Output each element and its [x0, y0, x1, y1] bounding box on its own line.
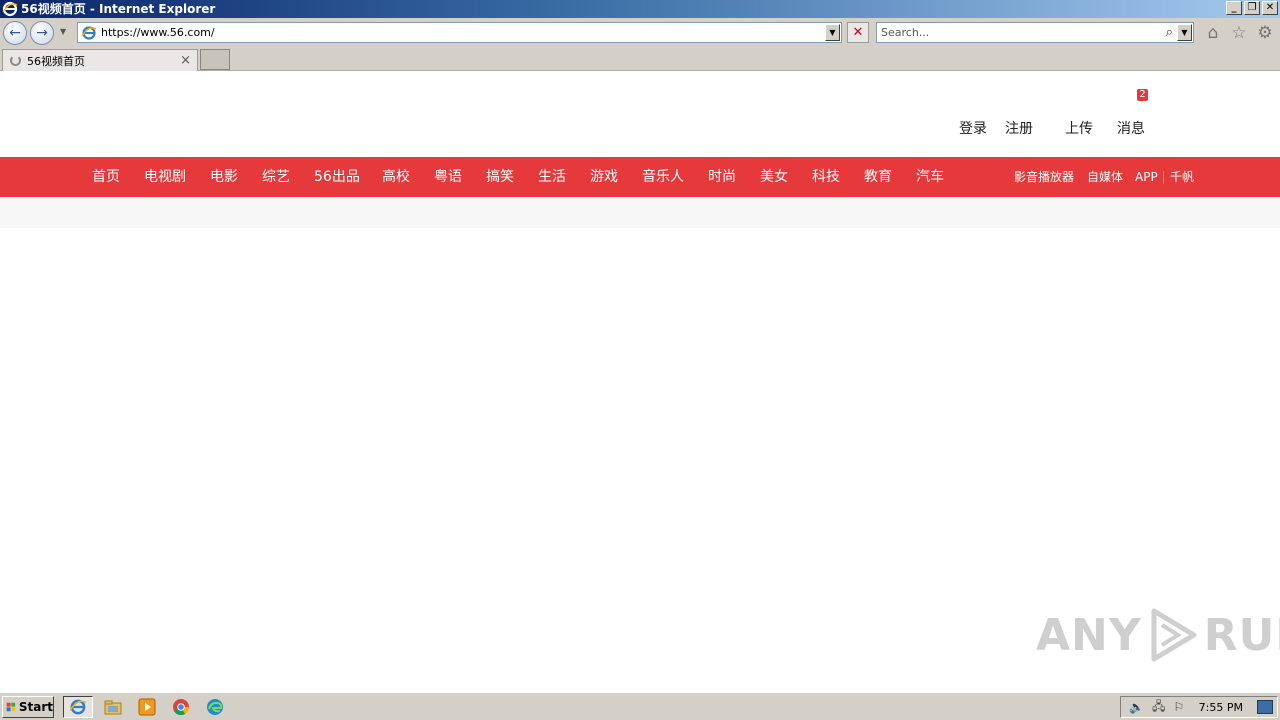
nav-movies[interactable]: 电影	[210, 157, 238, 197]
tools-gear-icon[interactable]: ⚙	[1256, 24, 1274, 42]
volume-icon[interactable]: 🔈	[1129, 700, 1144, 714]
nav-56-originals[interactable]: 56出品	[314, 157, 360, 197]
nav-tv-series[interactable]: 电视剧	[144, 157, 186, 197]
address-bar[interactable]: ▼	[77, 22, 842, 43]
nav-musicians[interactable]: 音乐人	[642, 157, 684, 197]
nav-cars[interactable]: 汽车	[916, 157, 944, 197]
restore-button[interactable]: ❐	[1244, 1, 1260, 15]
watermark-text-left: ANY	[1036, 609, 1142, 661]
taskbar-media-player[interactable]	[132, 696, 162, 718]
url-input[interactable]	[101, 26, 821, 39]
content-strip	[0, 197, 1280, 228]
edge-icon	[207, 699, 223, 715]
search-box[interactable]: ⌕ ▼	[876, 22, 1194, 43]
taskbar-edge[interactable]	[200, 696, 230, 718]
qianfan-link[interactable]: 千帆	[1170, 157, 1194, 197]
player-link[interactable]: 影音播放器	[1014, 157, 1074, 197]
back-arrow-icon: ←	[9, 25, 21, 41]
chevron-down-icon: ▼	[1181, 28, 1188, 37]
watermark-text-right: RUN	[1203, 609, 1280, 661]
channel-nav-bar: 首页 电视剧 电影 综艺 56出品 高校 粤语 搞笑 生活 游戏 音乐人 时尚 …	[0, 157, 1280, 197]
chrome-icon	[173, 699, 190, 716]
folder-icon	[104, 700, 122, 715]
nav-beauty[interactable]: 美女	[760, 157, 788, 197]
nav-variety[interactable]: 综艺	[262, 157, 290, 197]
messages-link[interactable]: 消息	[1117, 118, 1145, 138]
window-title-bar: 56视频首页 - Internet Explorer _ ❐ ✕	[0, 0, 1280, 18]
show-desktop-icon[interactable]	[1257, 700, 1273, 714]
stop-button[interactable]: ✕	[847, 22, 869, 43]
register-link[interactable]: 注册	[1005, 118, 1033, 138]
search-input[interactable]	[881, 26, 1151, 39]
anyrun-watermark: ANY RUN	[1036, 607, 1280, 663]
we-media-link[interactable]: 自媒体	[1087, 157, 1123, 197]
message-count-badge: 2	[1137, 89, 1148, 101]
nav-games[interactable]: 游戏	[590, 157, 618, 197]
new-tab-button[interactable]	[200, 49, 230, 70]
start-label: Start	[18, 700, 53, 714]
nav-funny[interactable]: 搞笑	[486, 157, 514, 197]
search-dropdown-button[interactable]: ▼	[1177, 24, 1192, 41]
chevron-down-icon: ▼	[829, 28, 836, 37]
stop-icon: ✕	[852, 25, 864, 40]
windows-logo-icon	[6, 702, 16, 712]
tab-close-icon[interactable]: ×	[180, 53, 191, 68]
forward-button[interactable]: →	[30, 21, 54, 45]
tab-title: 56视频首页	[27, 54, 85, 68]
nav-life[interactable]: 生活	[538, 157, 566, 197]
address-dropdown-button[interactable]: ▼	[825, 24, 840, 41]
loading-spinner-icon	[10, 55, 21, 66]
network-icon[interactable]: 🖧	[1152, 697, 1165, 718]
nav-colleges[interactable]: 高校	[382, 157, 410, 197]
taskbar: Start 🔈 🖧 ⚐ 7:55 PM	[0, 692, 1280, 720]
app-link[interactable]: APP	[1135, 157, 1158, 197]
media-player-icon	[138, 698, 156, 716]
forward-arrow-icon: →	[36, 25, 48, 41]
action-center-flag-icon[interactable]: ⚐	[1173, 700, 1184, 714]
internet-explorer-icon	[69, 699, 87, 715]
favorites-star-icon[interactable]: ☆	[1230, 24, 1248, 42]
clock[interactable]: 7:55 PM	[1199, 701, 1243, 714]
system-tray: 🔈 🖧 ⚐ 7:55 PM	[1120, 696, 1278, 718]
home-icon[interactable]: ⌂	[1204, 24, 1222, 42]
nav-technology[interactable]: 科技	[812, 157, 840, 197]
login-link[interactable]: 登录	[959, 118, 987, 138]
nav-home[interactable]: 首页	[92, 157, 120, 197]
close-window-button[interactable]: ✕	[1262, 1, 1278, 15]
navigation-bar: ← → ▼ ▼ ✕ ⌕ ▼ ⌂ ☆ ⚙	[0, 18, 1280, 47]
nav-separator	[1163, 171, 1164, 184]
taskbar-file-explorer[interactable]	[98, 696, 128, 718]
minimize-button[interactable]: _	[1226, 1, 1242, 15]
taskbar-chrome[interactable]	[166, 696, 196, 718]
site-ie-icon	[81, 25, 97, 40]
nav-education[interactable]: 教育	[864, 157, 892, 197]
recent-pages-dropdown[interactable]: ▼	[60, 27, 66, 36]
search-icon[interactable]: ⌕	[1166, 25, 1173, 40]
tab-56-homepage[interactable]: 56视频首页 ×	[2, 49, 198, 71]
nav-fashion[interactable]: 时尚	[708, 157, 736, 197]
internet-explorer-icon	[2, 1, 18, 17]
start-button[interactable]: Start	[2, 696, 54, 718]
window-title: 56视频首页 - Internet Explorer	[21, 2, 216, 16]
upload-link[interactable]: 上传	[1065, 118, 1093, 138]
play-logo-icon	[1151, 608, 1197, 662]
nav-cantonese[interactable]: 粤语	[434, 157, 462, 197]
taskbar-internet-explorer[interactable]	[63, 696, 93, 718]
tab-row: 56视频首页 ×	[0, 47, 1280, 71]
back-button[interactable]: ←	[3, 21, 27, 45]
web-page-content: 2 登录 注册 上传 消息 首页 电视剧 电影 综艺 56出品 高校 粤语 搞笑…	[0, 71, 1280, 691]
